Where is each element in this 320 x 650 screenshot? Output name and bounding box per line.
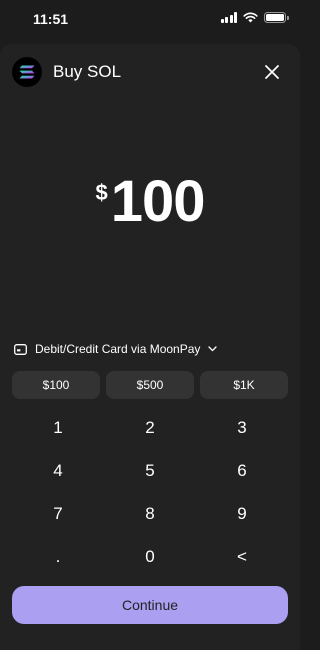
page-title: Buy SOL xyxy=(53,62,122,81)
keypad-key-9[interactable]: 9 xyxy=(196,492,288,535)
cellular-signal-icon xyxy=(220,12,237,23)
preset-amounts: $100 $500 $1K xyxy=(12,371,288,399)
close-icon[interactable] xyxy=(265,65,279,79)
solana-logo-icon xyxy=(12,57,42,87)
keypad-key-1[interactable]: 1 xyxy=(12,406,104,449)
status-icons xyxy=(220,12,289,23)
keypad-key-3[interactable]: 3 xyxy=(196,406,288,449)
keypad-key-decimal[interactable]: . xyxy=(12,535,104,578)
keypad-key-0[interactable]: 0 xyxy=(104,535,196,578)
wifi-icon xyxy=(243,12,258,23)
amount-display: $ 100 xyxy=(0,170,300,234)
keypad-key-4[interactable]: 4 xyxy=(12,449,104,492)
amount-value: 100 xyxy=(110,169,206,234)
backspace-key[interactable]: < xyxy=(196,535,288,578)
keypad-key-5[interactable]: 5 xyxy=(104,449,196,492)
number-keypad: 1 2 3 4 5 6 7 8 9 . 0 < xyxy=(12,406,288,578)
continue-button[interactable]: Continue xyxy=(12,586,288,624)
amount-currency: $ xyxy=(95,180,108,205)
keypad-key-7[interactable]: 7 xyxy=(12,492,104,535)
buy-sheet: Buy SOL $ 100 Debit/Credit Card via Moon… xyxy=(0,44,300,650)
card-icon xyxy=(14,343,27,355)
preset-button-1k[interactable]: $1K xyxy=(200,371,288,399)
status-time: 11:51 xyxy=(33,11,69,27)
keypad-key-2[interactable]: 2 xyxy=(104,406,196,449)
keypad-key-6[interactable]: 6 xyxy=(196,449,288,492)
preset-button-500[interactable]: $500 xyxy=(106,371,194,399)
status-bar: 11:51 xyxy=(0,0,300,40)
keypad-key-8[interactable]: 8 xyxy=(104,492,196,535)
sheet-header: Buy SOL xyxy=(12,56,288,88)
close-button[interactable] xyxy=(262,62,282,82)
preset-button-100[interactable]: $100 xyxy=(12,371,100,399)
chevron-down-icon xyxy=(208,346,218,352)
battery-icon xyxy=(264,12,289,23)
payment-method-selector[interactable]: Debit/Credit Card via MoonPay xyxy=(14,342,218,356)
payment-method-label: Debit/Credit Card via MoonPay xyxy=(35,342,201,356)
